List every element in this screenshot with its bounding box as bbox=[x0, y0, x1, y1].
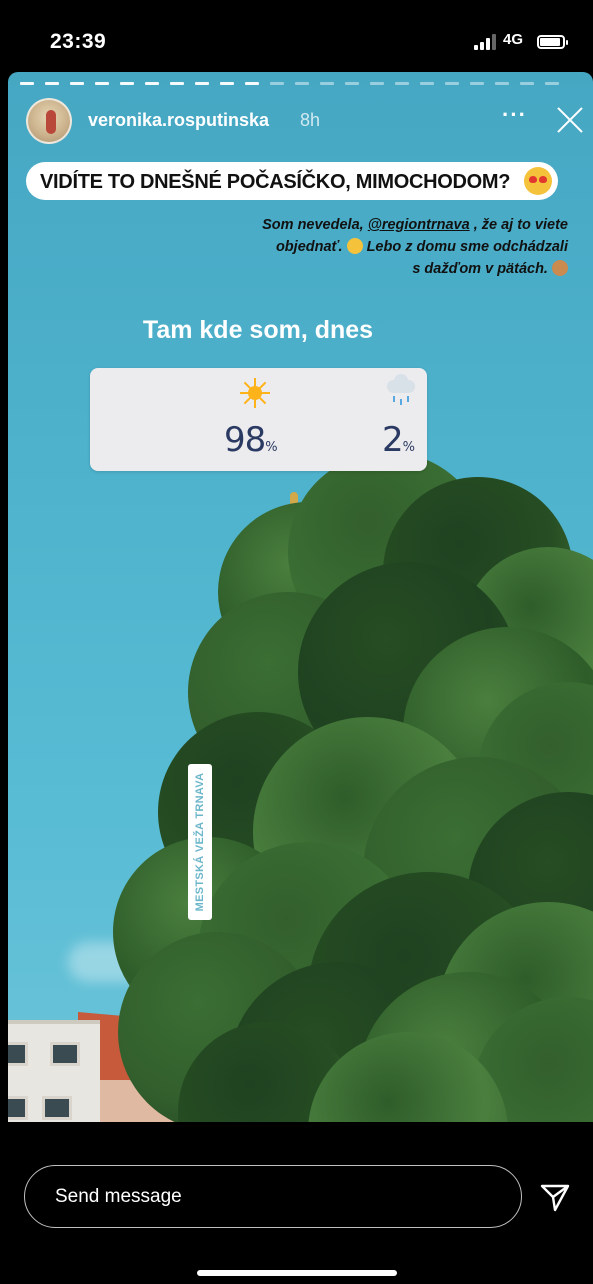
send-message-placeholder: Send message bbox=[55, 1186, 182, 1207]
left-building bbox=[8, 1020, 100, 1122]
story-time-ago: 8h bbox=[300, 110, 321, 130]
mention-link[interactable]: @regiontrnava bbox=[368, 217, 470, 233]
story-username[interactable]: veronika.rosputinska bbox=[88, 110, 269, 131]
caption-line2-end: Lebo z domu sme odchádzali bbox=[366, 239, 568, 255]
poll-sun-unit: % bbox=[265, 440, 277, 455]
status-bar: 23:39 4G bbox=[0, 0, 593, 72]
battery-icon bbox=[537, 35, 568, 49]
heart-eyes-emoji-icon bbox=[524, 167, 552, 195]
emoji-poll-sticker[interactable]: 98% 2% bbox=[90, 368, 427, 471]
story-view[interactable]: veronika.rosputinska 8h ··· VIDÍTE TO DN… bbox=[8, 72, 593, 1122]
close-icon[interactable] bbox=[556, 106, 584, 134]
caption-line2: objednať. bbox=[275, 239, 343, 255]
caption-line1-end: , že aj to viete bbox=[469, 217, 568, 233]
grin-emoji-icon bbox=[346, 238, 363, 254]
sun-icon bbox=[240, 378, 270, 408]
poll-option-rain-result: 2% bbox=[382, 420, 415, 460]
headline-text: VIDÍTE TO DNEŠNÉ POČASÍČKO, MIMOCHODOM? bbox=[40, 171, 511, 193]
avatar[interactable] bbox=[26, 98, 72, 144]
caption-line3: s dažďom v pätách. bbox=[412, 261, 548, 277]
send-icon[interactable] bbox=[538, 1180, 572, 1214]
home-indicator[interactable] bbox=[197, 1270, 397, 1276]
caption-line1-start: Som nevedela, bbox=[262, 217, 368, 233]
network-type: 4G bbox=[503, 31, 524, 48]
monkey-emoji-icon bbox=[552, 260, 568, 276]
rain-cloud-icon bbox=[385, 374, 417, 408]
poll-title: Tam kde som, dnes bbox=[142, 316, 374, 344]
poll-option-sun-result: 98% bbox=[224, 420, 278, 460]
headline-sticker: VIDÍTE TO DNEŠNÉ POČASÍČKO, MIMOCHODOM? bbox=[26, 162, 558, 200]
status-time: 23:39 bbox=[50, 30, 107, 53]
story-progress bbox=[20, 82, 585, 85]
caption-text: Som nevedela, @regiontrnava , že aj to v… bbox=[128, 214, 568, 280]
signal-icon bbox=[474, 34, 496, 50]
location-sticker[interactable]: MESTSKÁ VEŽA TRNAVA bbox=[188, 764, 212, 920]
poll-rain-value: 2 bbox=[382, 420, 404, 460]
poll-rain-unit: % bbox=[402, 440, 415, 455]
send-message-field[interactable]: Send message bbox=[24, 1165, 522, 1228]
location-label: MESTSKÁ VEŽA TRNAVA bbox=[194, 772, 206, 912]
poll-sun-value: 98 bbox=[224, 420, 266, 460]
more-options-icon[interactable]: ··· bbox=[502, 102, 527, 128]
